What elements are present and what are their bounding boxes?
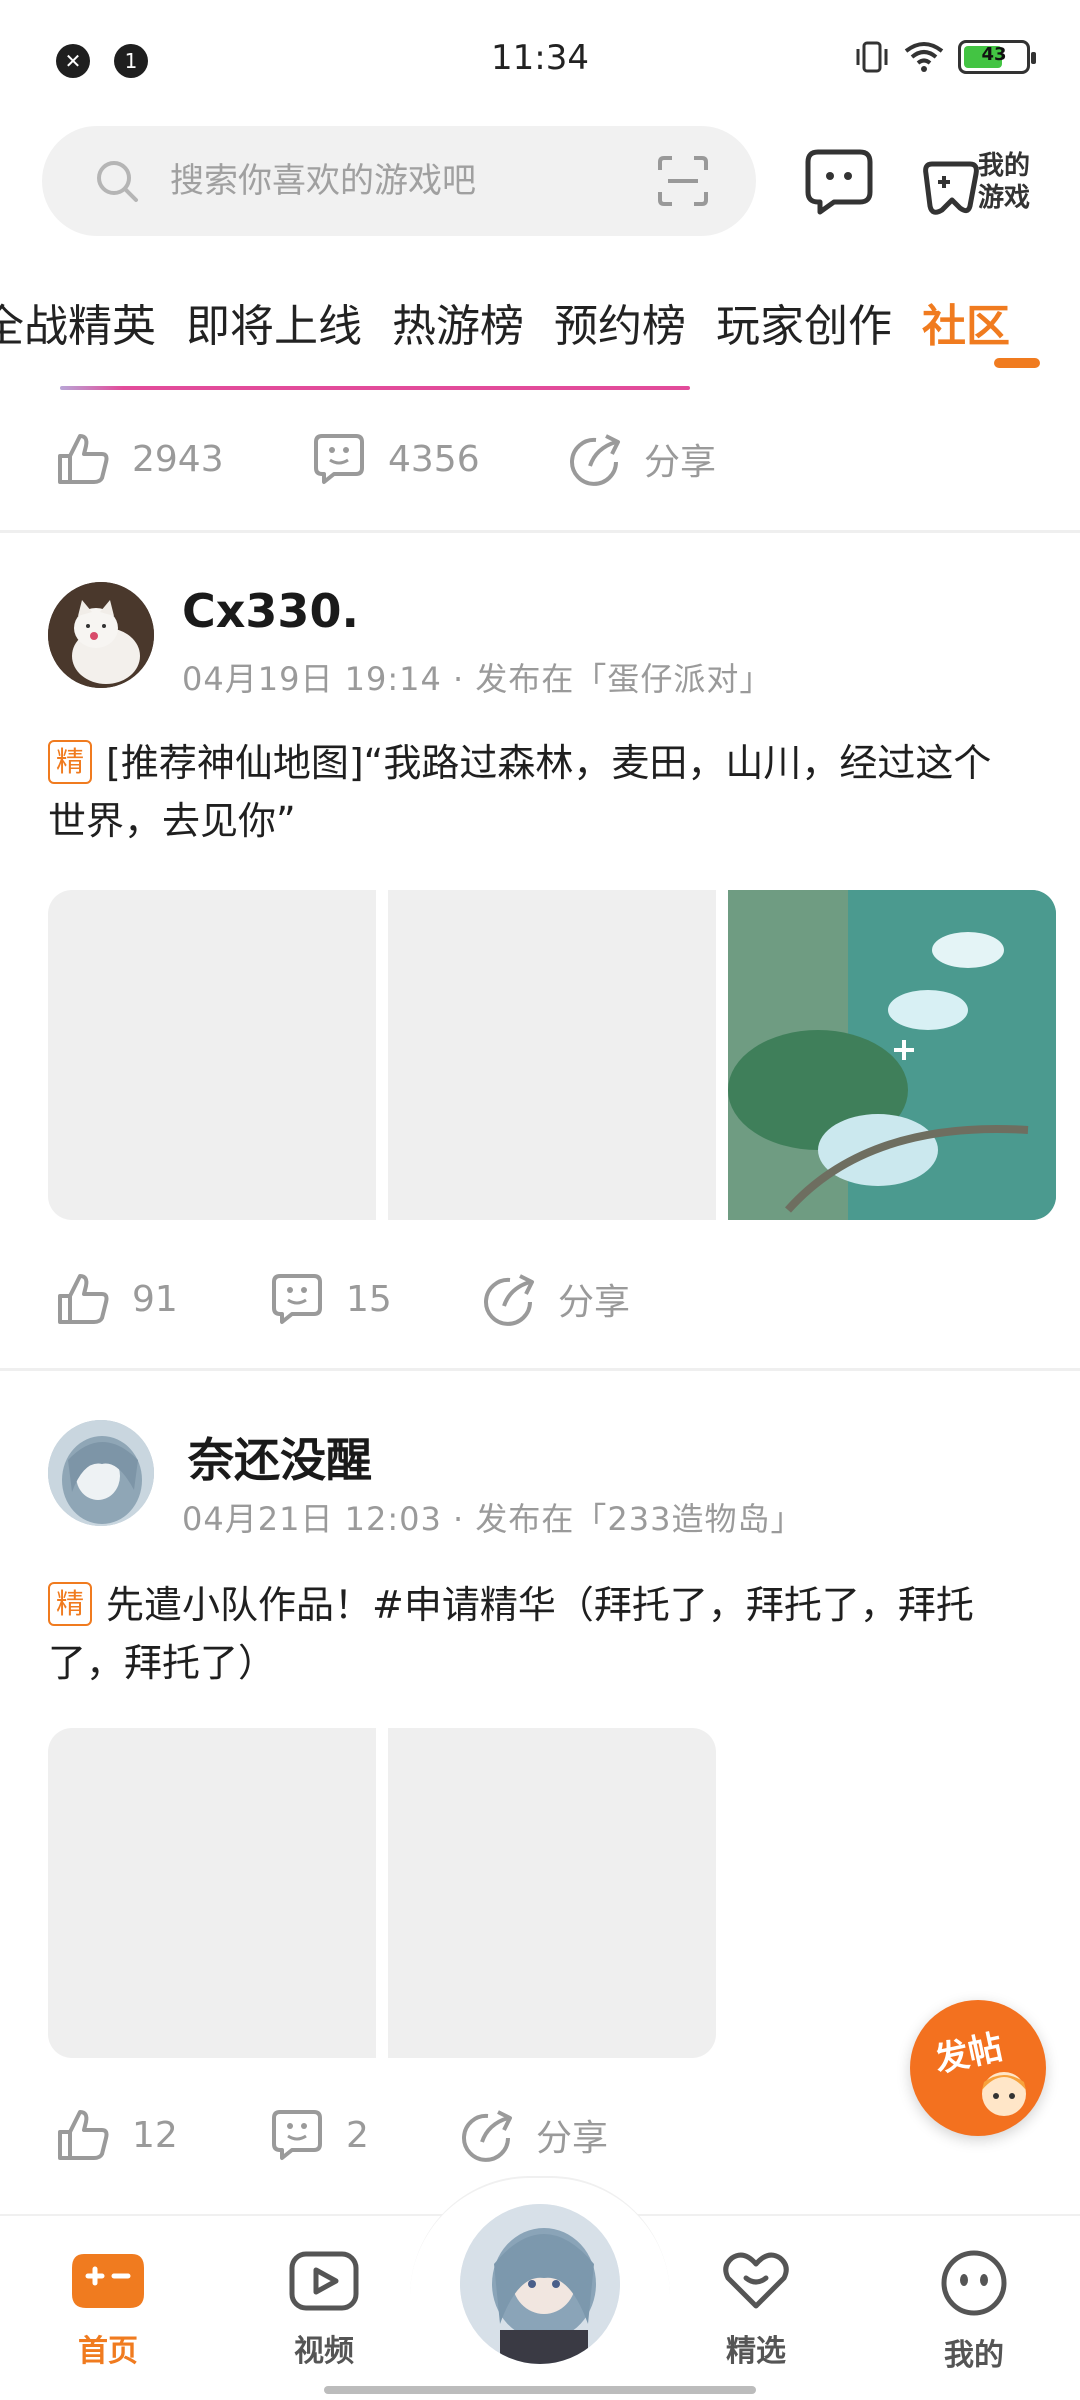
avatar[interactable]	[48, 582, 154, 688]
post-meta: 04月21日 12:03 · 发布在「233造物岛」	[182, 1494, 803, 1540]
post-text[interactable]: 精 [推荐神仙地图]“我路过森林，麦田，山川，经过这个世界，去见你”	[48, 734, 1028, 850]
like-count: 12	[132, 2114, 178, 2156]
post-location[interactable]: · 发布在「蛋仔派对」	[453, 660, 772, 698]
character-avatar-image	[460, 2204, 620, 2364]
like-count: 91	[132, 1278, 178, 1320]
share-icon	[570, 434, 620, 486]
post-actions: 12 2 分享	[56, 2100, 608, 2170]
comment-button[interactable]: 4356	[312, 432, 568, 486]
nav-featured-label: 精选	[726, 2334, 786, 2369]
post-body: [推荐神仙地图]“我路过森林，麦田，山川，经过这个世界，去见你”	[48, 741, 992, 843]
create-post-button[interactable]: 发帖	[910, 2000, 1046, 2136]
search-row: 我的游戏	[42, 126, 1042, 236]
share-icon	[462, 2110, 512, 2162]
post-body: 先遣小队作品！#申请精华（拜托了，拜托了，拜托了，拜托了）	[48, 1583, 974, 1685]
battery-level: 43	[981, 44, 1007, 65]
nav-profile[interactable]: 我的	[914, 2250, 1034, 2374]
tab-player-creation[interactable]: 玩家创作	[716, 290, 892, 354]
thumbs-up-icon	[58, 434, 109, 484]
post-image-placeholder[interactable]	[48, 890, 376, 1220]
post-image-placeholder[interactable]	[388, 890, 716, 1220]
map-thumbnail-image	[728, 890, 1056, 1220]
post-divider	[0, 530, 1080, 533]
comment-button[interactable]: 15	[270, 1272, 482, 1326]
battery-icon: 43	[958, 40, 1036, 74]
nav-featured[interactable]: 精选	[696, 2250, 816, 2370]
tab-elite[interactable]: 全战精英	[0, 290, 156, 354]
nav-video[interactable]: 视频	[264, 2250, 384, 2370]
post-time: 04月19日 19:14	[182, 660, 442, 698]
comment-count: 4356	[388, 438, 480, 480]
featured-badge: 精	[48, 1581, 93, 1626]
vibrate-icon	[856, 41, 888, 73]
scan-icon[interactable]	[656, 154, 710, 208]
share-label: 分享	[644, 442, 717, 483]
comment-icon	[272, 2110, 322, 2160]
featured-badge: 精	[48, 739, 93, 784]
post-images	[48, 890, 1056, 1220]
thumbs-up-icon	[58, 1274, 109, 1324]
message-icon[interactable]	[804, 146, 874, 216]
cat-avatar-image	[48, 582, 154, 688]
post-image-map[interactable]	[728, 890, 1056, 1220]
tab-community[interactable]: 社区	[922, 290, 1010, 354]
share-icon	[484, 1274, 534, 1326]
share-button[interactable]: 分享	[482, 1272, 630, 1326]
like-count: 2943	[132, 438, 224, 480]
anime-avatar-image	[48, 1420, 154, 1526]
comment-button[interactable]: 2	[270, 2108, 460, 2162]
post-image-placeholder[interactable]	[48, 1728, 376, 2058]
gamepad-outline-icon	[923, 161, 979, 215]
comment-count: 2	[346, 2114, 369, 2156]
share-label: 分享	[558, 1282, 631, 1323]
post-images	[48, 1728, 716, 2058]
mascot-icon	[982, 2072, 1026, 2116]
gamepad-icon	[72, 2254, 144, 2308]
like-button[interactable]: 91	[56, 1272, 270, 1326]
post-location[interactable]: · 发布在「233造物岛」	[453, 1500, 803, 1538]
status-bar: ✕ 1 11:34 43	[0, 0, 1080, 120]
post-image-placeholder[interactable]	[388, 1728, 716, 2058]
prev-post-actions: 2943 4356 分享	[56, 424, 716, 494]
share-button[interactable]: 分享	[460, 2108, 608, 2162]
my-games-button[interactable]: 我的游戏	[922, 142, 1042, 222]
post-author[interactable]: Cx330.	[182, 584, 359, 638]
share-button[interactable]: 分享	[568, 432, 716, 486]
post-divider	[0, 1368, 1080, 1371]
avatar[interactable]	[48, 1420, 154, 1526]
status-right-icons: 43	[854, 40, 1036, 74]
search-input[interactable]	[170, 152, 610, 210]
nav-video-label: 视频	[294, 2334, 354, 2369]
nav-home[interactable]: 首页	[48, 2250, 168, 2370]
category-tabs: 全战精英 即将上线 热游榜 预约榜 玩家创作 社区	[0, 280, 1080, 370]
nav-profile-label: 我的	[944, 2338, 1004, 2373]
post-meta: 04月19日 19:14 · 发布在「蛋仔派对」	[182, 654, 772, 700]
center-character-button[interactable]	[456, 2200, 624, 2368]
post-actions: 91 15 分享	[56, 1264, 630, 1334]
tab-reservation-rank[interactable]: 预约榜	[554, 290, 686, 354]
previous-post-image-edge	[60, 386, 690, 390]
heart-icon	[723, 2252, 789, 2309]
like-button[interactable]: 2943	[56, 432, 312, 486]
profile-icon	[941, 2250, 1007, 2316]
post-author[interactable]: 奈还没醒	[188, 1424, 372, 1490]
comment-count: 15	[346, 1278, 392, 1320]
nav-home-label: 首页	[78, 2334, 138, 2369]
search-box[interactable]	[42, 126, 756, 236]
tab-coming-soon[interactable]: 即将上线	[186, 290, 362, 354]
thumbs-up-icon	[58, 2110, 109, 2160]
wifi-icon	[904, 42, 944, 72]
comment-icon	[314, 434, 364, 484]
search-icon	[97, 161, 138, 202]
comment-icon	[272, 1274, 322, 1324]
video-icon	[289, 2251, 359, 2311]
share-label: 分享	[536, 2118, 609, 2159]
post-time: 04月21日 12:03	[182, 1500, 442, 1538]
tab-hot-games[interactable]: 热游榜	[392, 290, 524, 354]
home-indicator[interactable]	[324, 2386, 756, 2394]
active-tab-indicator	[994, 358, 1040, 368]
like-button[interactable]: 12	[56, 2108, 270, 2162]
my-games-label: 我的游戏	[978, 151, 1031, 213]
post-text[interactable]: 精先遣小队作品！#申请精华（拜托了，拜托了，拜托了，拜托了）	[48, 1576, 1028, 1692]
